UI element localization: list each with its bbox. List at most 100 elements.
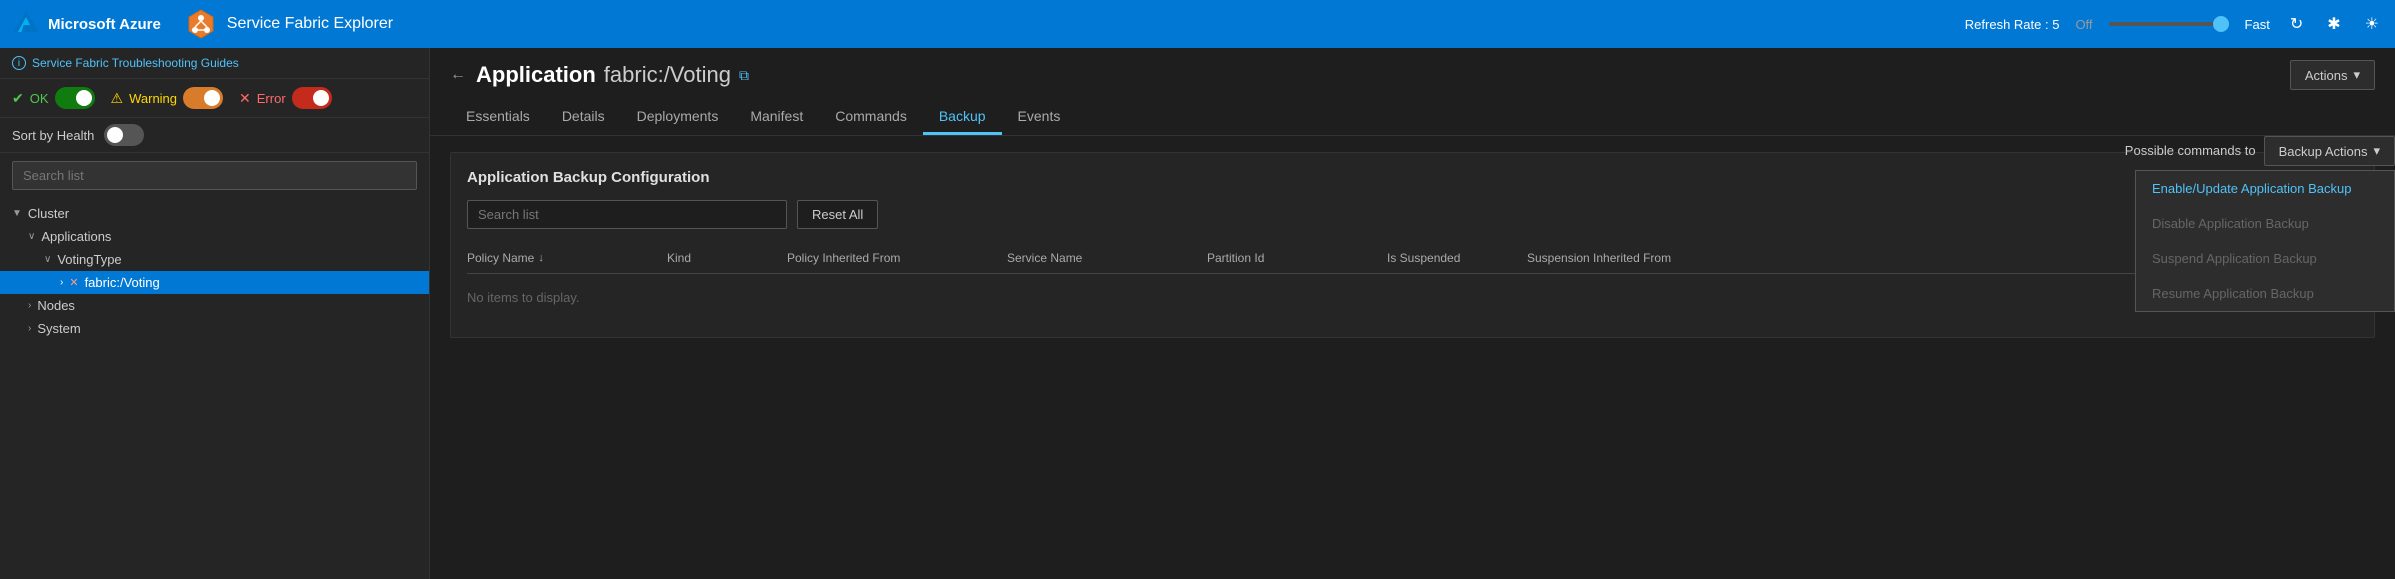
settings-icon[interactable]: ✱ (2323, 10, 2344, 38)
health-warning-filter[interactable]: ⚠ Warning (111, 87, 224, 109)
sort-down-icon: ↓ (538, 252, 544, 264)
sidebar-guides[interactable]: i Service Fabric Troubleshooting Guides (0, 48, 429, 79)
tab-manifest[interactable]: Manifest (734, 100, 819, 135)
sort-health-toggle[interactable] (104, 124, 144, 146)
app-title-row: ← Application fabric:/Voting ⧉ Actions ▾ (450, 60, 2375, 90)
ok-toggle[interactable] (55, 87, 95, 109)
col-partition: Partition Id (1207, 251, 1387, 265)
refresh-icon[interactable]: ↻ (2286, 10, 2307, 38)
app-title-nav: Service Fabric Explorer (227, 15, 1965, 33)
tab-bar: Essentials Details Deployments Manifest … (450, 100, 2375, 135)
col-service: Service Name (1007, 251, 1207, 265)
sidebar-search-input[interactable] (12, 161, 417, 190)
applications-label: Applications (41, 229, 111, 244)
error-knob (313, 90, 329, 106)
app-title-text: Application fabric:/Voting ⧉ (476, 62, 749, 88)
error-x-icon: ✕ (239, 90, 251, 107)
tab-commands[interactable]: Commands (819, 100, 923, 135)
health-ok-filter[interactable]: ✔ OK (12, 87, 95, 109)
tree-item-voting[interactable]: › ✕ fabric:/Voting (0, 271, 429, 294)
ok-knob (76, 90, 92, 106)
warning-toggle[interactable] (183, 87, 223, 109)
tab-deployments[interactable]: Deployments (621, 100, 735, 135)
cluster-label: Cluster (28, 206, 69, 221)
backup-actions-chevron: ▾ (2373, 143, 2380, 159)
col-suspended: Is Suspended (1387, 251, 1527, 265)
partition-header: Partition Id (1207, 251, 1264, 265)
tree-nav: ▼ Cluster ∨ Applications ∨ VotingType › … (0, 198, 429, 579)
col-kind: Kind (667, 251, 787, 265)
content-header: ← Application fabric:/Voting ⧉ Actions ▾… (430, 48, 2395, 136)
refresh-slider[interactable] (2109, 22, 2229, 26)
hexagon-icon (185, 8, 217, 40)
sort-health-row: Sort by Health (0, 118, 429, 153)
sort-knob (107, 127, 123, 143)
kind-header: Kind (667, 251, 691, 265)
resume-backup-item[interactable]: Resume Application Backup (2136, 276, 2394, 311)
disable-backup-item[interactable]: Disable Application Backup (2136, 206, 2394, 241)
off-label: Off (2075, 17, 2092, 32)
nodes-label: Nodes (37, 298, 75, 313)
sidebar: i Service Fabric Troubleshooting Guides … (0, 48, 430, 579)
brand-label: Microsoft Azure (48, 16, 161, 33)
error-toggle[interactable] (292, 87, 332, 109)
voting-x-icon: ✕ (69, 276, 78, 289)
votingtype-chevron: ∨ (44, 254, 51, 265)
brightness-icon[interactable]: ☀ (2361, 10, 2383, 38)
table-header: Policy Name ↓ Kind Policy Inherited From… (467, 243, 2358, 274)
actions-button[interactable]: Actions ▾ (2290, 60, 2375, 90)
backup-actions-label: Backup Actions (2279, 144, 2368, 159)
system-label: System (37, 321, 80, 336)
possible-commands-row: Possible commands to Backup Actions ▾ (2125, 136, 2395, 166)
content-body: Application Backup Configuration Reset A… (430, 136, 2395, 579)
backup-search-row: Reset All (467, 200, 2358, 229)
warning-label: Warning (129, 91, 177, 106)
tree-item-nodes[interactable]: › Nodes (0, 294, 429, 317)
nav-right: Refresh Rate : 5 Off Fast ↻ ✱ ☀ (1965, 10, 2383, 38)
tree-item-applications[interactable]: ∨ Applications (0, 225, 429, 248)
top-nav: Microsoft Azure Service Fabric Explorer … (0, 0, 2395, 48)
enable-update-backup-item[interactable]: Enable/Update Application Backup (2136, 171, 2394, 206)
health-filters: ✔ OK ⚠ Warning ✕ Error (0, 79, 429, 118)
votingtype-label: VotingType (57, 252, 121, 267)
tab-backup[interactable]: Backup (923, 100, 1002, 135)
col-inherited: Policy Inherited From (787, 251, 1007, 265)
suspended-header: Is Suspended (1387, 251, 1460, 265)
applications-chevron: ∨ (28, 231, 35, 242)
collapse-sidebar-btn[interactable]: ← (450, 66, 466, 84)
azure-logo-icon (12, 10, 40, 38)
copy-icon[interactable]: ⧉ (739, 67, 749, 84)
tree-item-system[interactable]: › System (0, 317, 429, 340)
voting-chevron: › (60, 277, 63, 288)
backup-search-input[interactable] (467, 200, 787, 229)
warning-knob (204, 90, 220, 106)
section-title: Application Backup Configuration (467, 169, 2358, 186)
voting-label: fabric:/Voting (85, 275, 160, 290)
suspension-from-header: Suspension Inherited From (1527, 251, 1671, 265)
service-header: Service Name (1007, 251, 1082, 265)
app-title-path: fabric:/Voting (604, 62, 731, 88)
tab-events[interactable]: Events (1002, 100, 1077, 135)
actions-label: Actions (2305, 68, 2348, 83)
slider-thumb (2213, 16, 2229, 32)
backup-config-section: Application Backup Configuration Reset A… (450, 152, 2375, 338)
ok-label: OK (30, 91, 49, 106)
tab-details[interactable]: Details (546, 100, 621, 135)
suspend-backup-item[interactable]: Suspend Application Backup (2136, 241, 2394, 276)
sort-by-health-label: Sort by Health (12, 128, 94, 143)
tab-essentials[interactable]: Essentials (450, 100, 546, 135)
main-content: ← Application fabric:/Voting ⧉ Actions ▾… (430, 48, 2395, 579)
refresh-rate-label: Refresh Rate : 5 (1965, 17, 2060, 32)
tree-item-cluster[interactable]: ▼ Cluster (0, 202, 429, 225)
ok-check-icon: ✔ (12, 90, 24, 107)
actions-chevron: ▾ (2353, 67, 2360, 83)
tree-item-votingtype[interactable]: ∨ VotingType (0, 248, 429, 271)
app-title-prefix: Application (476, 62, 596, 88)
no-items-text: No items to display. (467, 274, 2358, 321)
health-error-filter[interactable]: ✕ Error (239, 87, 332, 109)
error-label: Error (257, 91, 286, 106)
reset-all-button[interactable]: Reset All (797, 200, 878, 229)
col-policy-name[interactable]: Policy Name ↓ (467, 251, 667, 265)
policy-name-header: Policy Name (467, 251, 534, 265)
backup-actions-button[interactable]: Backup Actions ▾ (2264, 136, 2395, 166)
